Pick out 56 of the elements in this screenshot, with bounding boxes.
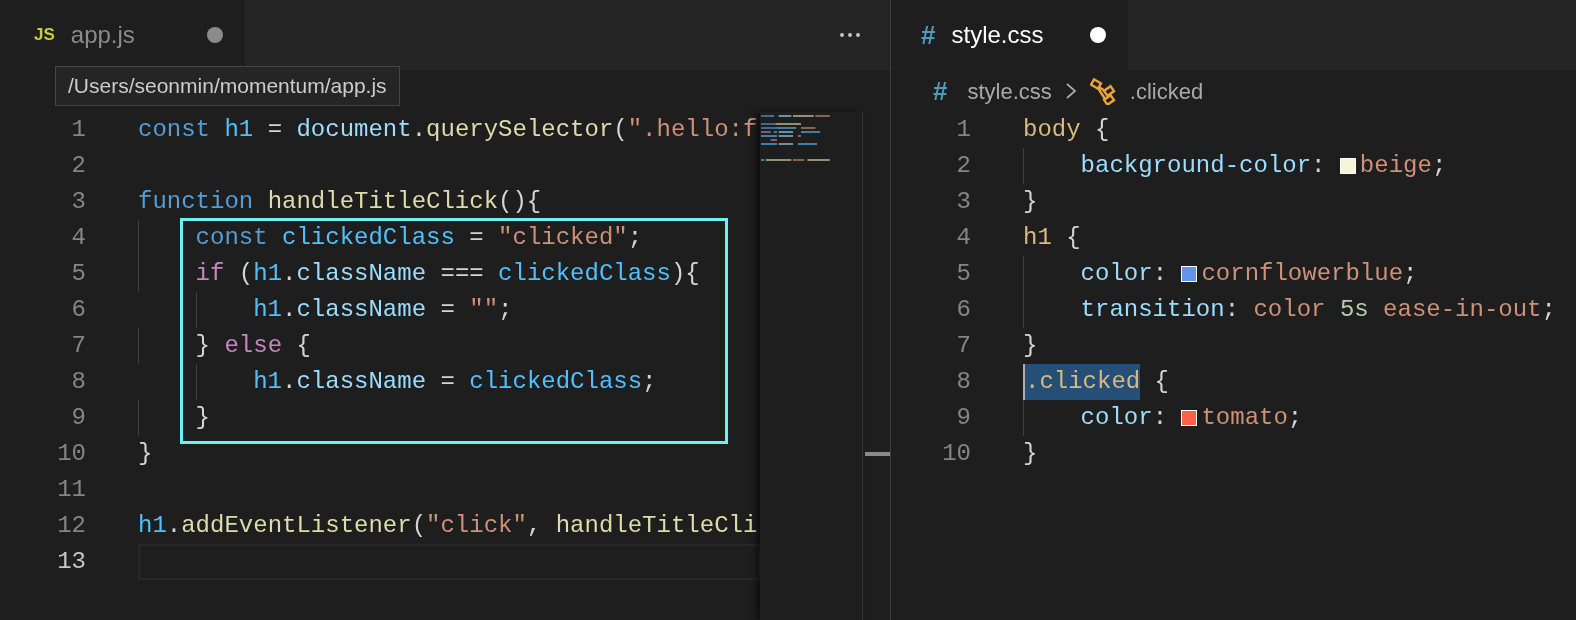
code-line: } <box>1023 331 1038 361</box>
line-number: 2 <box>70 151 87 181</box>
line-number: 12 <box>56 511 87 541</box>
line-number: 10 <box>941 439 972 469</box>
code-line: background-color: beige; <box>1079 151 1447 181</box>
line-number: 2 <box>955 151 972 181</box>
code-line: color: cornflowerblue; <box>1079 259 1418 289</box>
breadcrumb-item[interactable]: style.css <box>967 74 1052 108</box>
tab-label: style.css <box>951 20 1044 50</box>
line-number: 5 <box>70 259 87 289</box>
code-line: h1.className = clickedClass; <box>252 367 657 397</box>
line-number: 8 <box>955 367 972 397</box>
code-line: color: tomato; <box>1079 403 1303 433</box>
code-line: .clicked { <box>1023 364 1170 400</box>
line-number: 13 <box>56 547 87 577</box>
line-number: 9 <box>70 403 87 433</box>
line-number: 11 <box>56 475 87 505</box>
line-number: 6 <box>955 295 972 325</box>
line-number: 10 <box>56 439 87 469</box>
code-line: if (h1.className === clickedClass){ <box>194 259 700 289</box>
javascript-file-icon: JS <box>34 22 55 48</box>
code-line: body { <box>1023 115 1110 145</box>
line-number: 4 <box>955 223 972 253</box>
code-line: transition: color 5s ease-in-out; <box>1079 295 1556 325</box>
line-number: 6 <box>70 295 87 325</box>
line-number: 4 <box>70 223 87 253</box>
tab-label: app.js <box>70 20 135 50</box>
code-line: } else { <box>194 331 311 361</box>
code-line: } <box>138 439 153 469</box>
code-line: const clickedClass = "clicked"; <box>194 223 643 253</box>
editor-tab[interactable]: # style.css <box>891 0 1128 70</box>
code-line: function handleTitleClick(){ <box>138 187 542 217</box>
line-number: 3 <box>955 187 972 217</box>
line-number: 1 <box>955 115 972 145</box>
line-number: 5 <box>955 259 972 289</box>
line-number: 7 <box>955 331 972 361</box>
scrollbar-thumb[interactable] <box>865 452 891 456</box>
more-actions-icon[interactable] <box>840 33 860 37</box>
line-number: 3 <box>70 187 87 217</box>
code-line: h1 { <box>1023 223 1081 253</box>
code-line: h1.className = ""; <box>252 295 513 325</box>
line-number: 8 <box>70 367 87 397</box>
code-line: h1.addEventListener("click", handleTitleCli <box>138 511 758 541</box>
code-line: } <box>194 403 210 433</box>
code-line: } <box>1023 187 1038 217</box>
path-tooltip: /Users/seonmin/momentum/app.js <box>55 66 400 106</box>
line-number: 1 <box>70 115 87 145</box>
line-number: 7 <box>70 331 87 361</box>
css-file-icon: # <box>933 71 948 111</box>
editor-tab[interactable]: JS app.js <box>0 0 245 70</box>
css-file-icon: # <box>921 15 936 55</box>
symbol-icon <box>1089 77 1118 105</box>
breadcrumb-item[interactable]: .clicked <box>1129 74 1204 108</box>
line-number: 9 <box>955 403 972 433</box>
code-line: const h1 = document.querySelector(".hello:f <box>138 115 758 145</box>
code-line: } <box>1023 439 1038 469</box>
